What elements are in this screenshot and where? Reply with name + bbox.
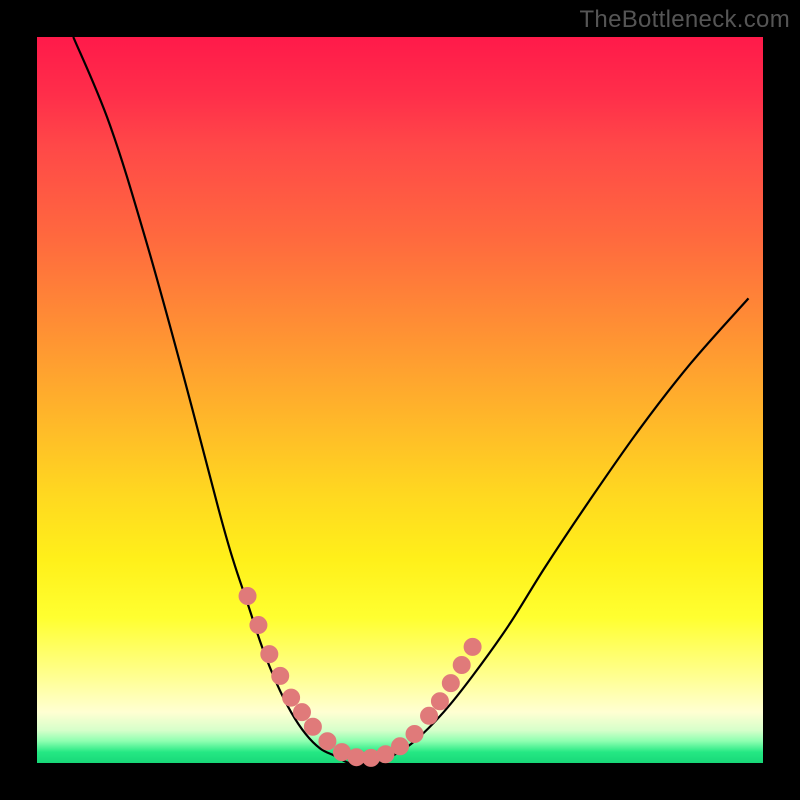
highlight-point bbox=[261, 646, 278, 663]
highlight-points-group bbox=[239, 588, 481, 767]
chart-svg bbox=[37, 37, 763, 763]
highlight-point bbox=[239, 588, 256, 605]
bottleneck-curve bbox=[73, 37, 748, 764]
highlight-point bbox=[406, 725, 423, 742]
plot-area bbox=[37, 37, 763, 763]
highlight-point bbox=[442, 675, 459, 692]
highlight-point bbox=[283, 689, 300, 706]
highlight-point bbox=[293, 704, 310, 721]
highlight-point bbox=[319, 733, 336, 750]
highlight-point bbox=[250, 617, 267, 634]
watermark-text: TheBottleneck.com bbox=[579, 6, 790, 34]
highlight-point bbox=[392, 738, 409, 755]
highlight-point bbox=[431, 693, 448, 710]
highlight-point bbox=[464, 638, 481, 655]
highlight-point bbox=[453, 656, 470, 673]
highlight-point bbox=[272, 667, 289, 684]
highlight-point bbox=[304, 718, 321, 735]
highlight-point bbox=[421, 707, 438, 724]
chart-frame: TheBottleneck.com bbox=[0, 0, 800, 800]
